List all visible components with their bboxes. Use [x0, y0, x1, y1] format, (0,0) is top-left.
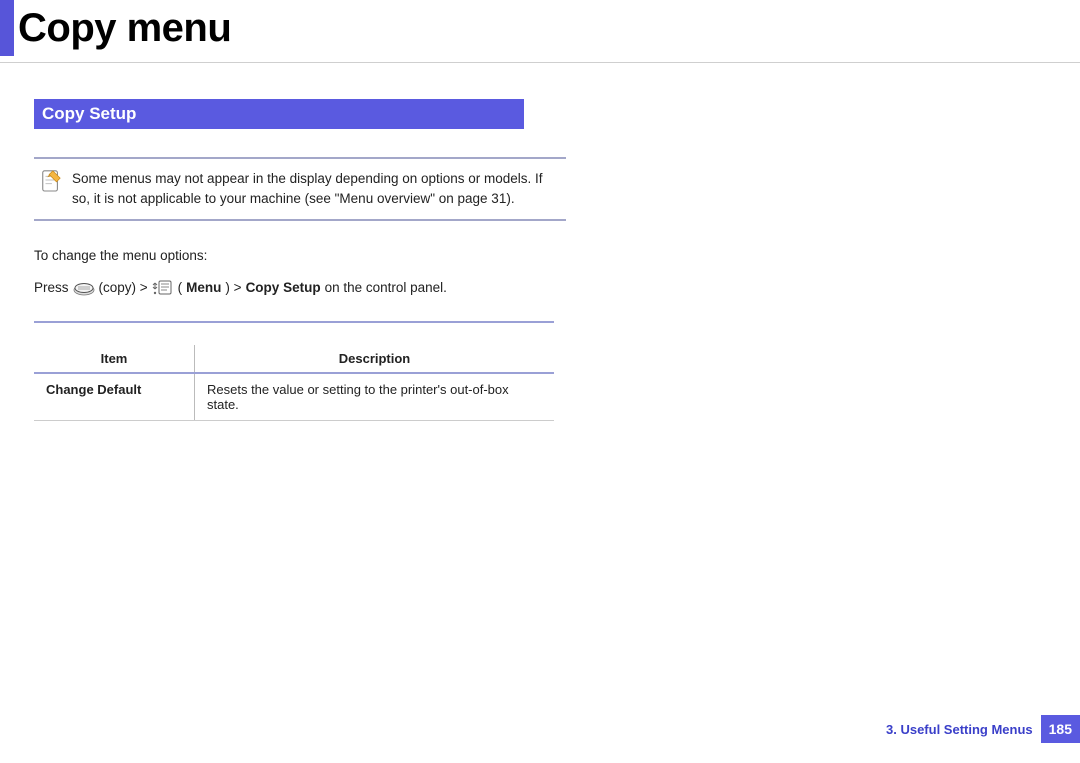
page-title-bar: Copy menu	[0, 0, 1080, 56]
copy-label: (copy) >	[99, 277, 148, 299]
footer-page-number: 185	[1041, 715, 1080, 743]
note-icon	[40, 169, 62, 195]
table-header-row: Item Description	[34, 345, 554, 373]
press-line: Press (copy) >	[34, 277, 594, 299]
main-content: Copy Setup Some menus may not appear in …	[0, 63, 594, 421]
page-footer: 3. Useful Setting Menus 185	[886, 715, 1080, 743]
section-title: Copy Setup	[42, 104, 136, 124]
instructions-line1: To change the menu options:	[34, 245, 594, 267]
col-item: Item	[34, 345, 195, 373]
row-desc: Resets the value or setting to the print…	[195, 373, 555, 421]
menu-button-icon	[152, 279, 174, 297]
col-description: Description	[195, 345, 555, 373]
table-row: Change Default Resets the value or setti…	[34, 373, 554, 421]
options-table: Item Description Change Default Resets t…	[34, 345, 554, 421]
copy-button-icon	[73, 279, 95, 297]
press-word: Press	[34, 277, 69, 299]
copy-setup-bold: Copy Setup	[246, 277, 321, 299]
footer-chapter: 3. Useful Setting Menus	[886, 722, 1033, 737]
section-heading-bar: Copy Setup	[34, 99, 524, 129]
title-accent	[0, 0, 14, 56]
note-text: Some menus may not appear in the display…	[72, 169, 560, 209]
page-title: Copy menu	[18, 0, 231, 56]
menu-paren-close: ) >	[225, 277, 241, 299]
row-item: Change Default	[34, 373, 195, 421]
instructions: To change the menu options: Press (copy)…	[34, 245, 594, 299]
menu-bold: Menu	[186, 277, 221, 299]
press-tail: on the control panel.	[325, 277, 447, 299]
note-box: Some menus may not appear in the display…	[34, 157, 566, 221]
table-top-rule	[34, 321, 554, 323]
menu-paren-open: (	[178, 277, 183, 299]
